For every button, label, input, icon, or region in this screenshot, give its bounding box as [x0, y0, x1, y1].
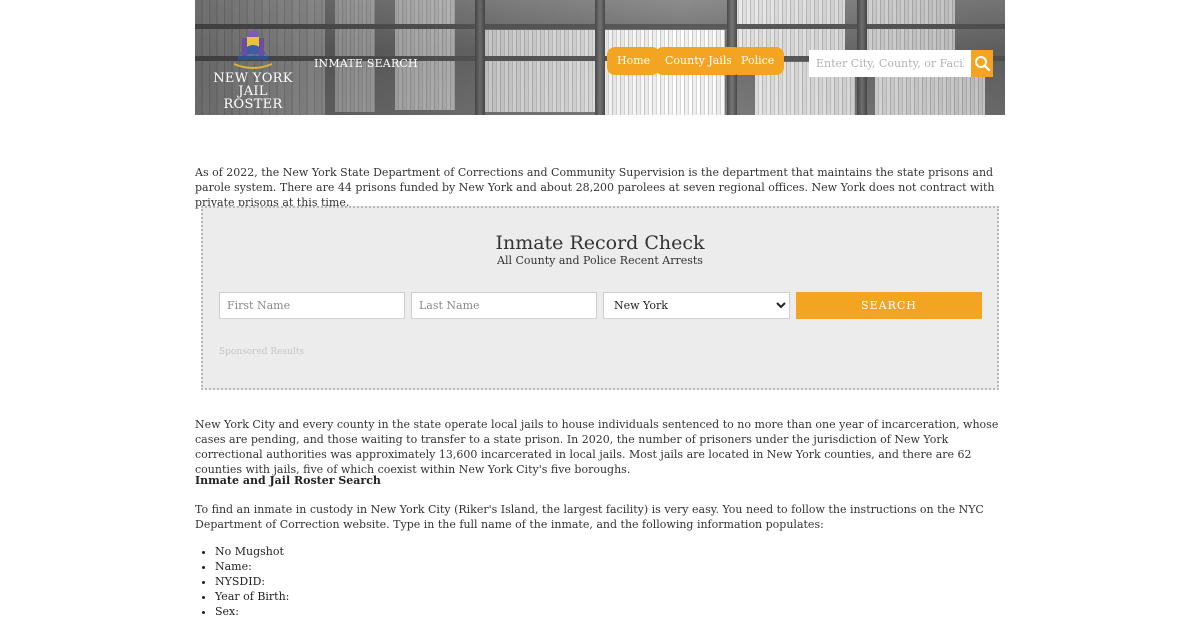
list-item: Year of Birth: — [215, 589, 289, 604]
state-seal-icon — [230, 28, 276, 70]
nav-police[interactable]: Police — [731, 47, 785, 75]
intro-paragraph: As of 2022, the New York State Departmen… — [195, 166, 995, 209]
record-search-button[interactable]: SEARCH — [796, 292, 982, 319]
logo-line-2: JAIL ROSTER — [223, 84, 283, 112]
instructions-paragraph: To find an inmate in custody in New York… — [195, 503, 984, 531]
search-icon — [975, 56, 991, 72]
header-banner: NEW YORK JAIL ROSTER INMATE SEARCH Home … — [195, 0, 1005, 115]
nav-county-jails[interactable]: County Jails — [655, 47, 742, 75]
first-name-input[interactable] — [219, 292, 405, 319]
record-check-subtitle: All County and Police Recent Arrests — [497, 254, 703, 267]
sponsored-results-label: Sponsored Results — [219, 347, 305, 357]
site-logo[interactable]: NEW YORK JAIL ROSTER — [213, 28, 293, 111]
list-item: Sex: — [215, 604, 289, 619]
last-name-input[interactable] — [411, 292, 597, 319]
list-item: Name: — [215, 559, 289, 574]
list-item: No Mugshot — [215, 544, 289, 559]
site-search-button[interactable] — [971, 50, 993, 77]
state-select[interactable]: New York — [603, 292, 790, 319]
jails-paragraph: New York City and every county in the st… — [195, 418, 999, 476]
site-search-input[interactable] — [809, 50, 971, 77]
list-item: NYSDID: — [215, 574, 289, 589]
inmate-search-link[interactable]: INMATE SEARCH — [314, 57, 418, 70]
inmate-record-check: Inmate Record Check All County and Polic… — [201, 206, 999, 390]
nav-home[interactable]: Home — [607, 47, 661, 75]
section-heading: Inmate and Jail Roster Search — [195, 474, 381, 487]
record-check-title: Inmate Record Check — [495, 232, 705, 254]
info-list: No Mugshot Name: NYSDID: Year of Birth: … — [195, 544, 289, 619]
